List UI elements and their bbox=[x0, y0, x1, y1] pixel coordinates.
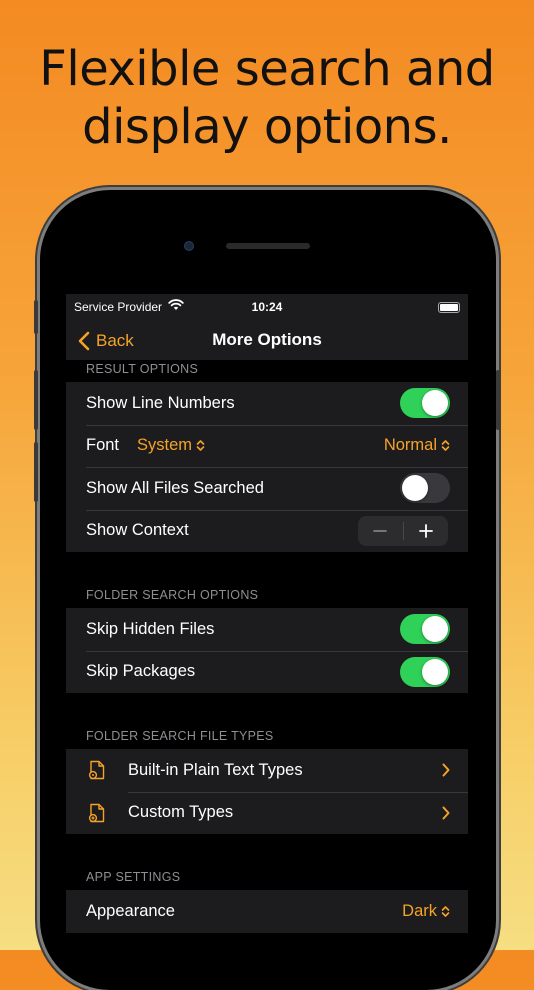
page-title: More Options bbox=[212, 330, 322, 349]
font-weight-value: Normal bbox=[383, 436, 437, 455]
toggle-knob bbox=[422, 658, 448, 685]
skip-hidden-files-label: Skip Hidden Files bbox=[86, 619, 215, 638]
plus-icon bbox=[418, 523, 433, 538]
headline-line-1: Flexible search and bbox=[39, 41, 495, 97]
appearance-popup[interactable]: Dark bbox=[402, 902, 450, 921]
phone-volume-down-button bbox=[34, 442, 38, 502]
settings-list: RESULT OPTIONS Show Line Numbers Font Sy… bbox=[66, 360, 468, 933]
show-all-files-row: Show All Files Searched bbox=[66, 467, 468, 510]
show-context-row: Show Context bbox=[66, 509, 468, 553]
show-context-label: Show Context bbox=[86, 521, 189, 540]
font-family-value: System bbox=[137, 436, 193, 455]
navigation-bar: Back More Options bbox=[66, 322, 468, 360]
stepper-increment-button[interactable] bbox=[404, 516, 449, 546]
custom-types-row[interactable]: Custom Types bbox=[66, 791, 468, 835]
app-settings-group: Appearance Dark bbox=[66, 890, 468, 933]
appearance-value: Dark bbox=[402, 901, 437, 920]
stepper-decrement-button[interactable] bbox=[358, 516, 403, 546]
earpiece-speaker bbox=[226, 243, 310, 249]
section-header-result-options: RESULT OPTIONS bbox=[86, 362, 199, 376]
toggle-knob bbox=[422, 616, 448, 643]
clock-time: 10:24 bbox=[251, 300, 283, 314]
appearance-label: Appearance bbox=[86, 901, 175, 920]
show-line-numbers-label: Show Line Numbers bbox=[86, 393, 235, 412]
phone-side-button bbox=[34, 300, 38, 334]
skip-packages-row: Skip Packages bbox=[66, 650, 468, 694]
status-bar: Service Provider 10:24 bbox=[66, 294, 468, 322]
font-label: Font bbox=[86, 436, 120, 455]
skip-packages-toggle[interactable] bbox=[400, 656, 450, 687]
font-weight-popup[interactable]: Normal bbox=[384, 436, 450, 455]
appearance-row: Appearance Dark bbox=[66, 890, 468, 933]
section-header-app-settings: APP SETTINGS bbox=[86, 870, 181, 884]
builtin-types-label: Built-in Plain Text Types bbox=[128, 760, 303, 779]
show-line-numbers-toggle[interactable] bbox=[400, 388, 450, 419]
toggle-knob bbox=[402, 475, 428, 502]
skip-hidden-files-toggle[interactable] bbox=[400, 614, 450, 645]
chevron-up-down-icon bbox=[441, 440, 450, 452]
minus-icon bbox=[373, 529, 388, 532]
show-all-files-toggle[interactable] bbox=[400, 473, 450, 504]
headline: Flexible search and display options. bbox=[0, 40, 534, 156]
section-header-folder-search-file-types: FOLDER SEARCH FILE TYPES bbox=[86, 729, 274, 743]
toggle-knob bbox=[422, 390, 448, 417]
battery-icon bbox=[438, 302, 460, 313]
headline-line-2: display options. bbox=[82, 99, 452, 155]
document-plus-icon bbox=[88, 803, 106, 828]
section-header-folder-search-options: FOLDER SEARCH OPTIONS bbox=[86, 588, 259, 602]
result-options-group: Show Line Numbers Font System Normal Sho… bbox=[66, 382, 468, 552]
skip-hidden-files-row: Skip Hidden Files bbox=[66, 608, 468, 651]
chevron-up-down-icon bbox=[441, 905, 450, 917]
show-all-files-label: Show All Files Searched bbox=[86, 478, 264, 497]
phone-volume-up-button bbox=[34, 370, 38, 430]
document-gear-icon bbox=[88, 760, 106, 785]
font-row: Font System Normal bbox=[66, 424, 468, 468]
custom-types-label: Custom Types bbox=[128, 803, 234, 822]
folder-search-options-group: Skip Hidden Files Skip Packages bbox=[66, 608, 468, 693]
front-camera bbox=[184, 241, 194, 251]
chevron-up-down-icon bbox=[196, 440, 205, 452]
show-line-numbers-row: Show Line Numbers bbox=[66, 382, 468, 425]
skip-packages-label: Skip Packages bbox=[86, 662, 196, 681]
context-stepper bbox=[358, 515, 449, 546]
file-types-group: Built-in Plain Text Types Custom Types bbox=[66, 749, 468, 834]
phone-screen: Service Provider 10:24 Back More Options… bbox=[66, 294, 468, 954]
phone-power-button bbox=[496, 370, 500, 430]
builtin-types-row[interactable]: Built-in Plain Text Types bbox=[66, 749, 468, 792]
font-family-popup[interactable]: System bbox=[137, 436, 205, 455]
chevron-right-icon bbox=[442, 763, 450, 777]
chevron-right-icon bbox=[442, 806, 450, 820]
